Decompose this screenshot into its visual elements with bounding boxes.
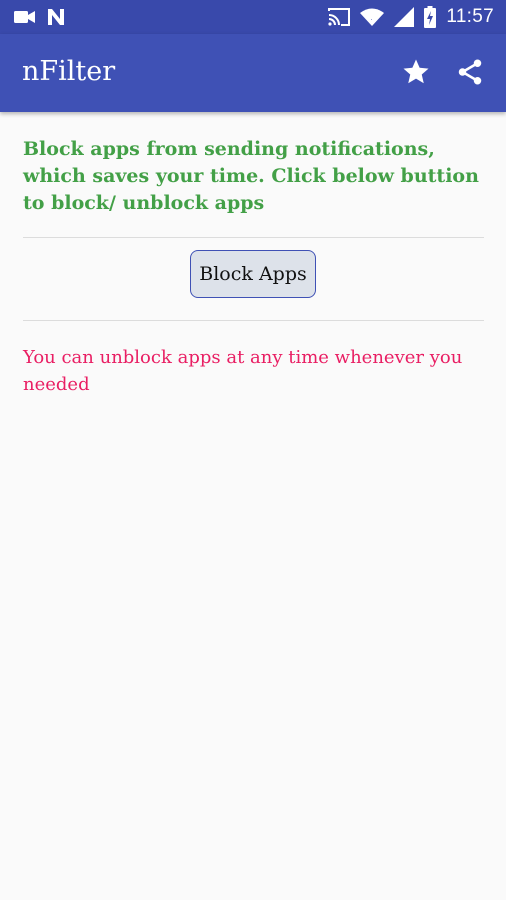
battery-charging-icon	[424, 6, 437, 28]
block-apps-button[interactable]: Block Apps	[190, 250, 316, 298]
divider	[23, 237, 484, 238]
intro-text: Block apps from sending notifications, w…	[23, 138, 479, 214]
status-bar: 11:57	[0, 0, 506, 34]
app-bar: nFilter	[0, 34, 506, 112]
unblock-note-text: You can unblock apps at any time wheneve…	[23, 347, 463, 395]
n-logo-icon	[46, 7, 66, 27]
video-camera-icon	[14, 9, 36, 25]
wifi-icon	[360, 8, 385, 26]
cast-icon	[328, 8, 351, 26]
share-icon[interactable]	[454, 56, 486, 88]
status-bar-right: 11:57	[328, 5, 494, 29]
status-bar-left	[14, 6, 66, 28]
divider	[23, 320, 484, 321]
cellular-signal-icon	[394, 7, 415, 27]
star-icon[interactable]	[400, 56, 432, 88]
app-title: nFilter	[22, 56, 116, 87]
status-time: 11:57	[446, 6, 494, 27]
